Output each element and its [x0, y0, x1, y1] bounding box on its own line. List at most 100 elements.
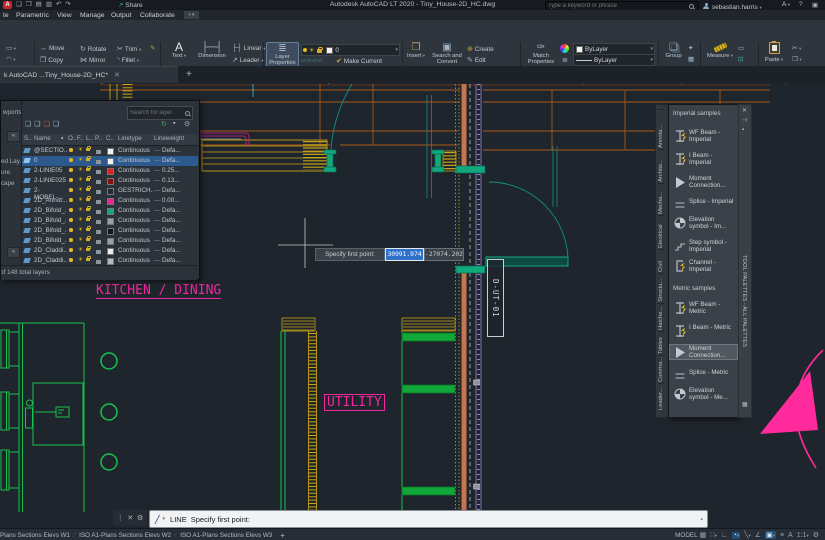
refresh-icon[interactable]: ↻ — [161, 120, 167, 128]
measure-button[interactable]: Measure ▾ — [706, 42, 734, 59]
palette-tab-leaders[interactable]: Leader... — [658, 383, 664, 410]
app-logo-icon[interactable]: A — [3, 1, 12, 9]
layer-freeze-icon[interactable]: ☀ — [78, 147, 83, 153]
layer-color-swatch[interactable] — [107, 218, 114, 225]
palette-item-elevation-symbol-metric[interactable]: Elevation symbol - Me... — [670, 387, 737, 401]
linear-button[interactable]: ├┤ Linear ▾ — [232, 45, 265, 52]
polar-tracking-icon[interactable]: ◔▾ — [731, 531, 741, 539]
insert-button[interactable]: ❒ Insert ▾ — [405, 42, 427, 59]
palette-item-wf-beam-metric[interactable]: WF Beam - Metric — [670, 301, 737, 315]
layer-freeze-icon[interactable]: ☀ — [78, 177, 83, 183]
palette-tab-architectural[interactable]: Archite... — [658, 149, 664, 182]
id-point-icon[interactable]: ⊡ — [738, 56, 743, 63]
command-prompt[interactable]: Specify first point: — [191, 515, 250, 524]
rotate-button[interactable]: ↻ Rotate — [80, 45, 106, 53]
new-frozen-layer-icon[interactable]: ❏ — [34, 121, 43, 128]
palette-tab-civil[interactable]: Civil — [658, 249, 664, 272]
palette-item-channel-imperial[interactable]: Channel - Imperial — [670, 259, 737, 273]
new-drawing-tab-button[interactable]: + — [186, 69, 192, 80]
palette-tab-structural[interactable]: Structu... — [658, 273, 664, 302]
annotation-visibility-icon[interactable]: A — [788, 532, 793, 539]
layer-freeze-icon[interactable]: ☀ — [78, 207, 83, 213]
erase-icon[interactable]: ✎ — [150, 45, 155, 52]
palette-item-moment-connection-imperial[interactable]: Moment Connection... — [670, 175, 737, 189]
color-wheel-icon[interactable] — [560, 44, 569, 55]
new-layer-icon[interactable]: ❏ — [25, 121, 34, 128]
ribbon-tab-collaborate[interactable]: Collaborate — [140, 12, 175, 19]
dimension-button[interactable]: ├─┤ Dimension — [194, 42, 230, 59]
save-icon[interactable]: ▤ — [36, 1, 46, 8]
draw-rect-button[interactable]: ▭ ▾ — [6, 45, 16, 52]
settings-gear-icon[interactable]: ⚙ — [184, 120, 190, 128]
drawing-tab[interactable]: k AutoCAD ...Tiny_House-2D_HC* ✕ — [0, 66, 178, 83]
layer-color-swatch[interactable] — [107, 178, 114, 185]
palette-title-bar[interactable]: ✕ ⊣ ▪ TOOL PALETTES - ALL PALETTES ▦ — [738, 104, 752, 418]
layer-row[interactable]: 2-LINIE05☀Continuous0.25... — [22, 166, 198, 176]
layout-tab-w2[interactable]: ISO A1-Plans Sections Elevs W2 — [79, 532, 171, 539]
layer-color-swatch[interactable] — [107, 198, 114, 205]
mirror-button[interactable]: ⋈ Mirror — [80, 56, 105, 64]
delete-layer-icon[interactable]: ❏ — [44, 121, 53, 128]
palette-item-step-symbol-imperial[interactable]: Step symbol - Imperial — [670, 239, 737, 253]
layer-freeze-icon[interactable]: ☀ — [78, 237, 83, 243]
ribbon-tab-manage[interactable]: Manage — [80, 12, 105, 19]
fillet-button[interactable]: ◝ Fillet ▾ — [117, 56, 139, 64]
annotation-scale-button[interactable]: 1:1▾ — [797, 532, 809, 539]
palette-tab-hatches[interactable]: Hatche... — [658, 303, 664, 330]
ribbon-options-button[interactable]: ▪ ▾ — [184, 11, 199, 19]
layer-color-swatch[interactable] — [107, 158, 114, 165]
layer-freeze-icon[interactable]: ☀ — [78, 227, 83, 233]
sort-ascending-icon[interactable]: ▲ — [60, 135, 64, 140]
layer-tools-row1[interactable]: ▱▱▱▱ — [301, 57, 324, 64]
dynamic-input-y[interactable]: -27074.202 — [424, 248, 464, 261]
drag-handle-icon[interactable]: ⋮ — [117, 514, 124, 522]
copy-clip-icon[interactable]: ❒ ▾ — [792, 56, 802, 63]
layer-color-swatch[interactable] — [107, 238, 114, 245]
layer-color-swatch[interactable] — [107, 188, 114, 195]
make-current-button[interactable]: ✔ Make Current — [336, 57, 382, 65]
close-command-icon[interactable]: ✕ — [127, 514, 133, 522]
layer-row[interactable]: 2-LINIE025☀Continuous0.13... — [22, 176, 198, 186]
ribbon-tab-parametric[interactable]: Parametric — [16, 12, 49, 19]
grid-icon[interactable]: ▦ — [700, 531, 707, 539]
layer-row[interactable]: 2-MOBEL-...☀GESTRICH...Defa... — [22, 186, 198, 201]
layout-tab-w1[interactable]: ISO A1-Plans Sections Elevs W1 — [0, 532, 70, 539]
redo-icon[interactable]: ↷ — [65, 1, 74, 8]
layer-row[interactable]: 2D_Bifold_...☀ContinuousDefa... — [22, 226, 198, 236]
search-icon[interactable] — [688, 3, 695, 10]
plot-icon[interactable]: ▥ — [46, 1, 56, 8]
paste-button[interactable]: Paste ▾ — [762, 41, 786, 63]
palette-item-moment-connection-metric[interactable]: Moment Connection... — [669, 344, 738, 360]
undo-icon[interactable]: ↶ — [56, 1, 65, 8]
help-icon[interactable]: ? — [799, 1, 803, 8]
command-line[interactable]: ╱ ▾ LINE Specify first point: ▴ — [149, 510, 708, 528]
cut-icon[interactable]: ✂ ▾ — [792, 45, 801, 52]
filter-item-landscape[interactable]: cape — [1, 180, 15, 187]
palette-tab-command[interactable]: Comma... — [658, 355, 664, 382]
layer-row[interactable]: 2D_Claddi...☀ContinuousDefa... — [22, 246, 198, 256]
copy-button[interactable]: ❐ Copy — [40, 56, 63, 64]
layer-row[interactable]: 2D_Bifold_...☀ContinuousDefa... — [22, 236, 198, 246]
layer-row[interactable]: 2D_Bifold_...☀ContinuousDefa... — [22, 216, 198, 226]
customization-gear-icon[interactable]: ⚙ — [813, 531, 819, 539]
match-properties-button[interactable]: ✑ Match Properties — [524, 42, 558, 66]
open-file-icon[interactable]: ❒ — [26, 1, 36, 8]
otrack-icon[interactable]: ∠ — [755, 531, 761, 539]
isodraft-icon[interactable]: ╲▾ — [744, 531, 750, 539]
palette-item-splice-imperial[interactable]: Splice - Imperial — [670, 198, 737, 211]
set-current-layer-icon[interactable]: ❏ — [53, 121, 62, 128]
palette-item-elevation-symbol-imperial[interactable]: Elevation symbol - Im... — [670, 216, 737, 230]
customize-wrench-icon[interactable]: ⚙ — [137, 514, 143, 522]
ungroup-icon[interactable]: ✦ — [688, 45, 693, 52]
dynamic-input-x[interactable]: 30991.974 — [385, 248, 424, 261]
layer-row[interactable]: 2D_Bifold_...☀ContinuousDefa... — [22, 206, 198, 216]
palette-tab-electrical[interactable]: Electrical — [658, 215, 664, 248]
layer-freeze-icon[interactable]: ☀ — [78, 187, 83, 193]
help-search-input[interactable] — [546, 2, 688, 10]
layer-row[interactable]: 2D_Annot...☀Continuous0.00... — [22, 196, 198, 206]
layer-color-swatch[interactable] — [107, 258, 114, 265]
edit-block-button[interactable]: ✎ Edit — [467, 56, 486, 64]
layer-freeze-icon[interactable]: ☀ — [78, 167, 83, 173]
layout-tab-w3[interactable]: ISO A1-Plans Sections Elevs W3 — [180, 532, 272, 539]
layer-toolbar[interactable]: ❏❏❏❏ — [25, 120, 62, 128]
